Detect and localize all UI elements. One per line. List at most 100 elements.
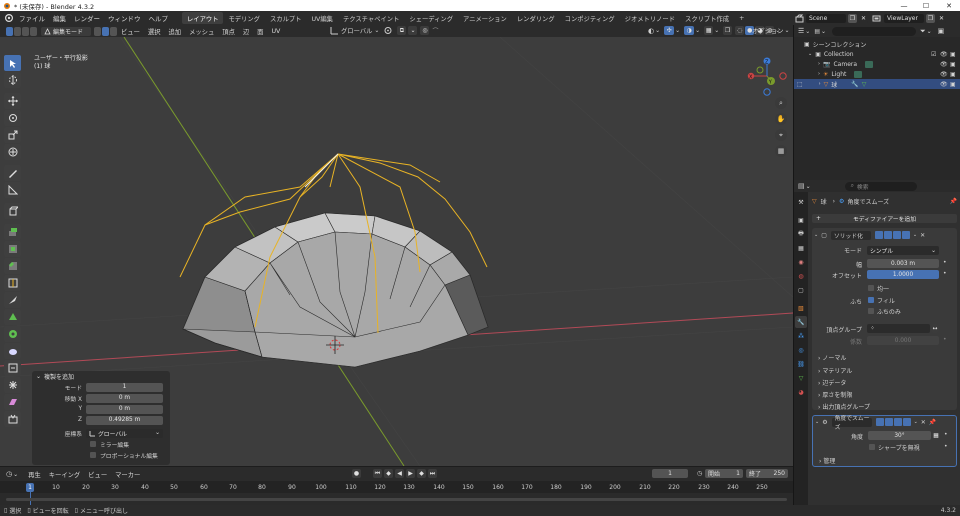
invert-vertex-group-icon[interactable]: ↔ [931,324,939,333]
collapse-icon[interactable]: ⌄ [36,373,41,380]
select-subtract-icon[interactable] [22,26,29,36]
toggle-ortho-grid-icon[interactable]: ▦ [775,145,787,157]
keyframe-dot-icon[interactable]: • [944,431,948,438]
menu-edge[interactable]: 辺 [239,27,253,36]
outliner-search-input[interactable] [832,26,917,36]
select-invert-icon[interactable] [30,26,37,36]
gizmo-dropdown-icon[interactable]: ⌄ [675,27,680,34]
menu-add[interactable]: 追加 [164,27,185,36]
menu-playback[interactable]: 再生 [24,470,45,479]
falloff-icon[interactable]: ⌒ [432,26,438,35]
view-layer-tab-icon[interactable]: ▦ [795,242,807,254]
mesh-data-icon[interactable]: ▽ [862,81,867,88]
rim-only-checkbox[interactable] [868,308,874,314]
add-cube-tool-icon[interactable] [4,203,21,219]
eye-icon[interactable]: 👁 [940,81,948,88]
camera-render-icon[interactable]: ▣ [950,81,956,88]
annotate-tool-icon[interactable] [4,165,21,181]
rim-fill-checkbox[interactable] [868,297,874,303]
new-view-layer-icon[interactable]: ❐ [926,13,935,23]
face-select-icon[interactable] [110,26,117,36]
camera-render-icon[interactable]: ▣ [950,51,956,58]
menu-mesh[interactable]: メッシュ [185,27,218,36]
jump-end-icon[interactable]: ⏭ [428,469,437,478]
close-window-button[interactable]: ✕ [938,0,960,11]
filter-dropdown-icon[interactable]: ⌄ [927,28,932,35]
modifier-wrench-icon[interactable]: 🔧 [851,81,858,88]
menu-face[interactable]: 面 [253,27,267,36]
transform-tool-icon[interactable] [4,144,21,160]
checkbox-icon[interactable]: ☑ [931,51,936,58]
frame-end-field[interactable]: 終了 250 [746,469,788,478]
subpanel-output-vgroups[interactable]: › 出力頂点グループ [818,402,870,411]
subpanel-edge-data[interactable]: › 辺データ [818,378,846,387]
modifier-menu-dropdown-icon[interactable]: ⌄ [913,232,917,238]
menu-view[interactable]: ビュー [117,27,144,36]
view-layer-selector[interactable]: ViewLayer [884,13,924,23]
vertex-group-field[interactable]: ⁘ [867,324,930,333]
render-toggle-icon[interactable] [902,418,911,426]
smooth-name-field[interactable]: 角度でスムーズ [831,416,872,431]
tab-layout[interactable]: レイアウト [182,12,224,24]
outliner-editor-icon[interactable]: ☰ [798,27,804,35]
menu-uv[interactable]: UV [267,28,284,35]
shrink-fatten-tool-icon[interactable] [4,377,21,393]
add-modifier-button[interactable]: + モディファイアーを追加 [812,214,957,223]
collapse-icon[interactable]: ⌄ [815,419,819,425]
loop-cut-tool-icon[interactable] [4,275,21,291]
menu-keying[interactable]: キーイング [45,470,84,479]
mode-selector[interactable]: 編集モード [41,26,91,36]
render-toggle-icon[interactable] [901,231,910,239]
tab-shading[interactable]: シェーディング [404,12,458,24]
timeline-scrollbar[interactable] [6,498,787,501]
blender-menu-icon[interactable] [3,13,15,23]
expand-arrow-icon[interactable]: › [819,81,821,87]
pin-icon[interactable]: 📌 [950,198,957,205]
angle-field[interactable]: 30° [868,431,931,440]
tab-sculpt[interactable]: スカルプト [265,12,306,24]
display-mode-dropdown-icon[interactable]: ⌄ [821,28,826,35]
orientation-dropdown-icon[interactable]: ⌄ [374,27,379,34]
pan-hand-icon[interactable]: ✋ [775,113,787,125]
physics-tab-icon[interactable]: ◎ [795,344,807,356]
menu-marker[interactable]: マーカー [111,470,144,479]
new-scene-icon[interactable]: ❐ [848,13,857,23]
edit-cage-toggle-icon[interactable] [875,418,884,426]
measure-tool-icon[interactable] [4,182,21,198]
mirror-edit-checkbox[interactable] [90,441,96,447]
render-tab-icon[interactable]: ▣ [795,214,807,226]
menu-file[interactable]: ファイル [15,13,49,23]
delete-scene-icon[interactable]: ✕ [859,13,868,23]
mesh-overlay-dropdown-icon[interactable]: ⌄ [714,27,719,34]
add-workspace-button[interactable]: + [734,12,749,24]
keyframe-dot-icon[interactable]: • [944,443,948,450]
poly-build-tool-icon[interactable] [4,309,21,325]
xray-toggle-icon[interactable]: ❒ [723,26,733,35]
menu-render[interactable]: レンダー [70,13,104,23]
menu-window[interactable]: ウィンドウ [104,13,145,23]
scene-tab-icon[interactable]: ◉ [795,256,807,268]
expand-arrow-icon[interactable]: ⌄ [808,51,812,57]
outliner-row-sphere[interactable]: ⬚ › ▽ 球 🔧 ▽ 👁 ▣ [794,79,960,89]
redo-move-x-field[interactable]: 0 m [86,393,163,403]
viewport-toggle-icon[interactable] [893,418,902,426]
shading-wireframe-icon[interactable]: ◌ [735,26,745,35]
ignore-sharp-checkbox[interactable] [869,444,875,450]
collapse-icon[interactable]: ⌄ [814,232,818,238]
current-frame-field[interactable]: 1 [652,469,688,478]
camera-render-icon[interactable]: ▣ [950,71,956,78]
editor-type-dropdown-icon[interactable]: ⌄ [13,471,18,478]
edit-mode-toggle-icon[interactable] [884,418,893,426]
eye-icon[interactable]: 👁 [940,71,948,78]
collection-tab-icon[interactable]: ▢ [795,284,807,296]
filter-icon[interactable]: ⏷ [920,27,926,36]
snap-target-icon[interactable]: ⌄ [408,26,418,35]
edit-cage-toggle-icon[interactable] [874,231,883,239]
modifier-menu-dropdown-icon[interactable]: ⌄ [914,419,918,425]
edit-mode-toggle-icon[interactable]: ⬚ [797,81,803,88]
remove-modifier-icon[interactable]: ✕ [920,232,925,239]
display-mode-icon[interactable]: ▤ [814,28,820,35]
zoom-icon[interactable]: ⌕ [775,97,787,109]
mesh-overlay-icon[interactable]: ▦ [704,26,714,35]
snap-icon[interactable]: ⧉ [397,26,407,35]
